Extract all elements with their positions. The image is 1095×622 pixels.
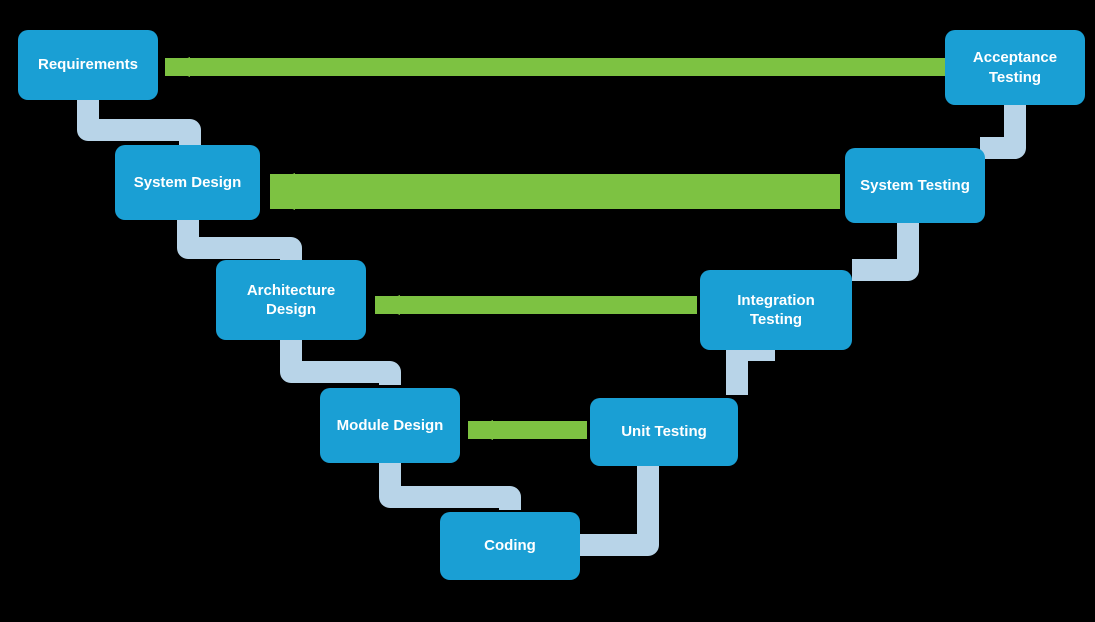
requirements-box: Requirements xyxy=(18,30,158,100)
system-testing-box: System Testing xyxy=(845,148,985,223)
unit-testing-box: Unit Testing xyxy=(590,398,738,466)
coding-box: Coding xyxy=(440,512,580,580)
v-model-diagram: Requirements System Design Architecture … xyxy=(0,0,1095,622)
acceptance-testing-box: Acceptance Testing xyxy=(945,30,1085,105)
integration-testing-box: Integration Testing xyxy=(700,270,852,350)
module-design-box: Module Design xyxy=(320,388,460,463)
system-design-box: System Design xyxy=(115,145,260,220)
architecture-design-box: Architecture Design xyxy=(216,260,366,340)
